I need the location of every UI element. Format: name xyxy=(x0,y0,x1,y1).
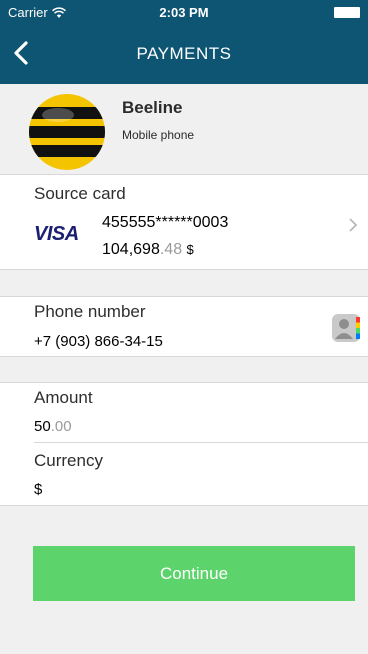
card-balance-whole: 104,698 xyxy=(102,241,160,258)
contacts-icon[interactable] xyxy=(331,313,361,343)
top-bar: Carrier 2:03 PM PAYMENTS xyxy=(0,0,368,84)
card-balance-currency: $ xyxy=(186,242,194,257)
currency-label: Currency xyxy=(34,451,103,470)
chevron-right-icon[interactable] xyxy=(348,217,358,233)
amount-field[interactable]: 50.00 xyxy=(34,418,72,435)
status-bar: Carrier 2:03 PM xyxy=(0,0,368,24)
amount-whole: 50 xyxy=(34,418,51,435)
phone-number-label: Phone number xyxy=(34,302,146,321)
card-number: 455555******0003 xyxy=(102,214,229,231)
continue-button[interactable]: Continue xyxy=(33,546,355,601)
currency-field[interactable]: $ xyxy=(34,481,42,498)
card-balance-fraction: .48 xyxy=(159,241,183,258)
amount-fraction: .00 xyxy=(50,418,72,435)
divider xyxy=(34,442,368,443)
provider-name: Beeline xyxy=(122,98,183,117)
navigation-bar: PAYMENTS xyxy=(0,24,368,84)
phone-number-field[interactable]: +7 (903) 866-34-15 xyxy=(34,333,163,350)
beeline-logo-icon xyxy=(29,94,105,170)
status-time: 2:03 PM xyxy=(159,5,209,20)
page-title: PAYMENTS xyxy=(136,44,232,63)
provider-type: Mobile phone xyxy=(122,128,195,142)
card-balance: 104,698.48 $ xyxy=(102,241,194,259)
battery-icon xyxy=(334,7,360,18)
source-card-label: Source card xyxy=(34,184,126,203)
visa-logo: VISA xyxy=(34,223,79,245)
amount-label: Amount xyxy=(34,388,93,407)
